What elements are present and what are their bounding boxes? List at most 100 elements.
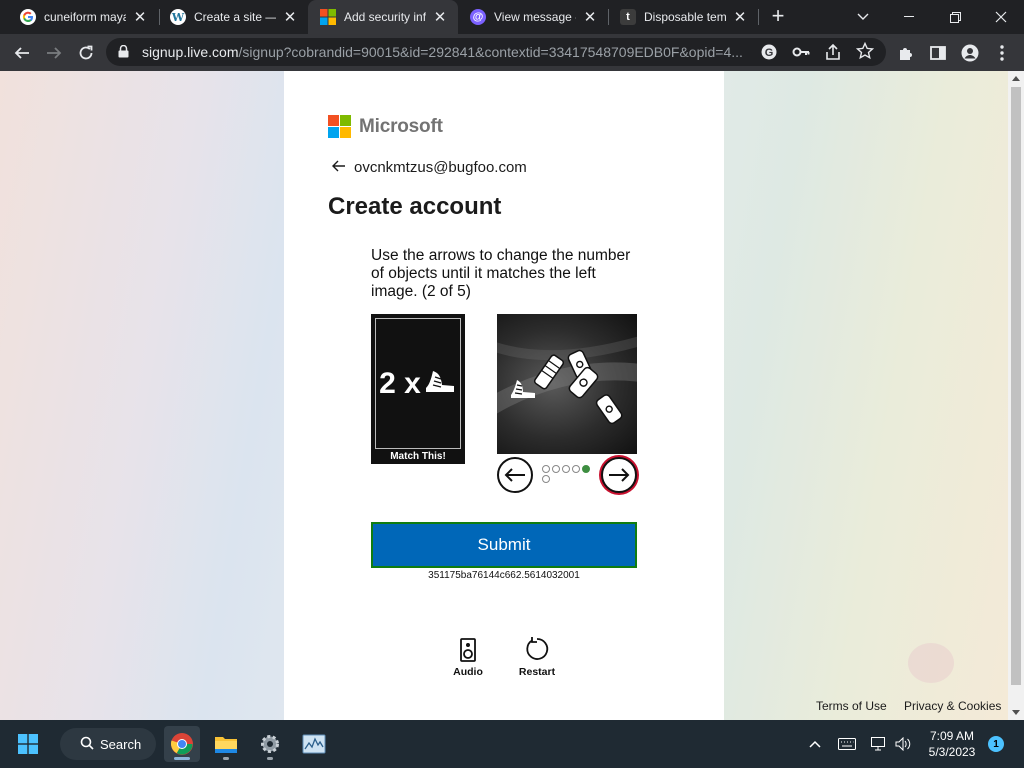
logo-square-red: [328, 115, 339, 126]
captcha-puzzle-image: [497, 314, 637, 454]
url-host: signup.live.com: [142, 44, 239, 60]
restart-button[interactable]: Restart: [507, 636, 567, 678]
search-label: Search: [100, 736, 142, 752]
scroll-up-arrow-icon[interactable]: [1012, 76, 1020, 81]
progress-dot: [572, 465, 580, 473]
restore-icon[interactable]: [932, 0, 978, 34]
page-scrollbar[interactable]: [1008, 71, 1024, 720]
address-bar[interactable]: signup.live.com/signup?cobrandid=90015&i…: [106, 38, 886, 66]
taskbar-file-explorer[interactable]: [208, 726, 244, 762]
progress-dot: [562, 465, 570, 473]
taskbar-settings[interactable]: [252, 726, 288, 762]
side-panel-icon[interactable]: [924, 39, 952, 67]
match-target: 2 x: [375, 318, 461, 449]
google-icon: [20, 9, 36, 25]
key-icon[interactable]: [792, 44, 810, 65]
tab-view-message[interactable]: @ View message - ✕: [458, 0, 608, 34]
tab-create-site[interactable]: W Create a site — ✕: [158, 0, 308, 34]
notification-badge[interactable]: 1: [988, 736, 1004, 752]
show-hidden-icons-chevron-icon[interactable]: [804, 726, 826, 762]
google-lens-icon[interactable]: G: [760, 43, 778, 66]
submit-button[interactable]: Submit: [371, 522, 637, 568]
bookmark-star-icon[interactable]: [855, 41, 875, 65]
left-arrow-icon: [504, 468, 525, 482]
microsoft-logo-icon: [328, 115, 351, 138]
network-icon[interactable]: [868, 726, 890, 762]
kebab-menu-icon[interactable]: [988, 39, 1016, 67]
captcha-objects-icon: [497, 336, 637, 425]
clock-date: 5/3/2023: [928, 745, 976, 759]
captcha-match-image: 2 x Match This!: [371, 314, 465, 464]
tab-strip: cuneiform maya ✕ W Create a site — ✕ Add…: [0, 0, 1024, 34]
taskbar-chrome[interactable]: [164, 726, 200, 762]
running-indicator: [223, 757, 229, 760]
privacy-cookies-link[interactable]: Privacy & Cookies: [904, 699, 1001, 713]
brand-name: Microsoft: [359, 115, 443, 137]
speaker-icon: [438, 636, 498, 662]
match-count-text: 2 x: [379, 366, 421, 400]
tab-title: Add security inf: [344, 10, 426, 24]
back-arrow-icon[interactable]: [8, 39, 36, 67]
signup-card: Microsoft ovcnkmtzus@bugfoo.com Create a…: [284, 71, 724, 720]
back-to-email[interactable]: ovcnkmtzus@bugfoo.com: [332, 159, 527, 176]
settings-gear-icon: [261, 735, 279, 753]
t-icon: t: [620, 9, 636, 25]
tab-search-chevron-icon[interactable]: [840, 0, 886, 34]
windows-start-icon[interactable]: [10, 726, 46, 762]
url-text[interactable]: signup.live.com/signup?cobrandid=90015&i…: [142, 44, 752, 60]
tab-cuneiform[interactable]: cuneiform maya ✕: [8, 0, 158, 34]
wordpress-icon: W: [170, 9, 186, 25]
tab-title: Disposable tem: [644, 10, 726, 24]
scrollbar-thumb[interactable]: [1011, 87, 1021, 685]
tab-separator: [758, 9, 759, 25]
progress-dot: [542, 475, 550, 483]
page-viewport: Microsoft ovcnkmtzus@bugfoo.com Create a…: [0, 71, 1008, 720]
close-window-icon[interactable]: [978, 0, 1024, 34]
extensions-puzzle-icon[interactable]: [892, 39, 920, 67]
tab-title: Create a site —: [194, 10, 276, 24]
forward-arrow-icon[interactable]: [40, 39, 68, 67]
match-this-label: Match This!: [390, 451, 446, 462]
email-address: ovcnkmtzus@bugfoo.com: [354, 159, 527, 176]
close-tab-icon[interactable]: ✕: [582, 8, 598, 26]
new-tab-button[interactable]: +: [766, 5, 790, 29]
tab-disposable[interactable]: t Disposable tem ✕: [608, 0, 758, 34]
tab-title: cuneiform maya: [44, 10, 126, 24]
logo-square-yellow: [340, 127, 351, 138]
volume-icon[interactable]: [892, 726, 914, 762]
close-tab-icon[interactable]: ✕: [732, 8, 748, 26]
tab-add-security-info[interactable]: Add security inf ✕: [308, 0, 458, 34]
running-indicator: [267, 757, 273, 760]
browser-toolbar: signup.live.com/signup?cobrandid=90015&i…: [0, 34, 1024, 71]
clock-time: 7:09 AM: [929, 729, 975, 743]
taskbar-monitor-app[interactable]: [296, 726, 332, 762]
scroll-down-arrow-icon[interactable]: [1012, 710, 1020, 715]
share-icon[interactable]: [824, 43, 842, 66]
url-path: /signup?cobrandid=90015&id=292841&contex…: [238, 44, 743, 60]
previous-arrow-button[interactable]: [497, 457, 533, 493]
profile-icon[interactable]: [956, 39, 984, 67]
lock-icon[interactable]: [118, 44, 129, 63]
restart-icon: [507, 636, 567, 662]
floating-feedback-icon[interactable]: [908, 643, 954, 683]
performance-monitor-icon: [302, 734, 326, 754]
progress-dot: [552, 465, 560, 473]
logo-square-green: [340, 115, 351, 126]
right-arrow-icon: [609, 468, 630, 482]
close-tab-icon[interactable]: ✕: [432, 8, 448, 26]
back-arrow-icon[interactable]: [332, 159, 346, 176]
terms-of-use-link[interactable]: Terms of Use: [816, 699, 887, 713]
taskbar-search-button[interactable]: Search: [60, 728, 156, 760]
active-indicator: [174, 757, 190, 760]
keyboard-icon[interactable]: [836, 726, 858, 762]
at-icon: @: [470, 9, 486, 25]
audio-button[interactable]: Audio: [438, 636, 498, 678]
close-tab-icon[interactable]: ✕: [132, 8, 148, 26]
close-tab-icon[interactable]: ✕: [282, 8, 298, 26]
minimize-icon[interactable]: [886, 0, 932, 34]
restart-label: Restart: [518, 666, 556, 678]
page-title: Create account: [328, 193, 502, 220]
reload-icon[interactable]: [72, 39, 100, 67]
taskbar-clock[interactable]: 7:09 AM 5/3/2023: [920, 728, 984, 760]
next-arrow-button[interactable]: [601, 457, 637, 493]
